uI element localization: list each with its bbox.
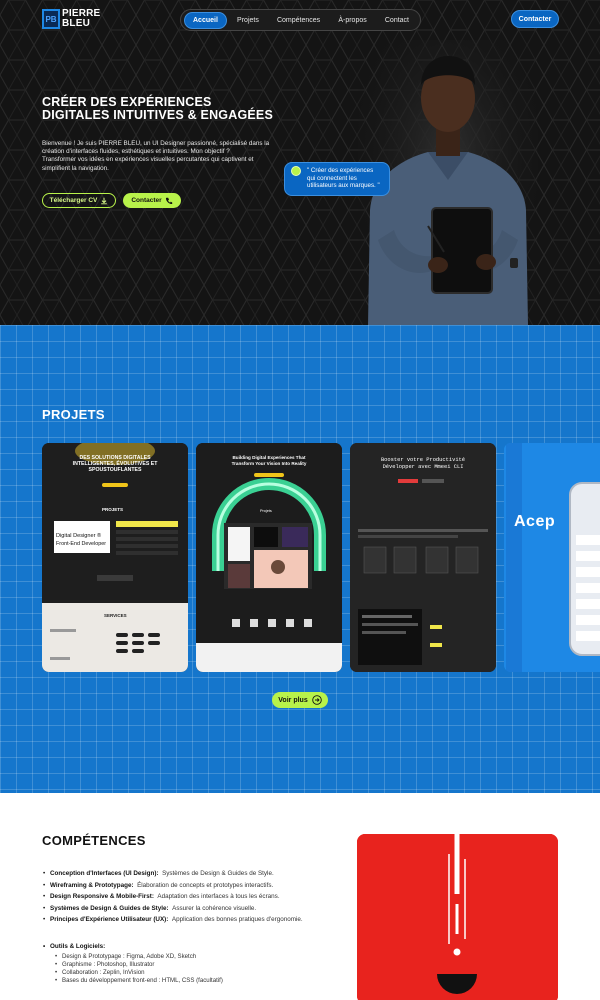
hero-contact-label: Contacter [131,197,162,204]
project-card-3[interactable]: Booster votre Productivité Développer av… [350,443,496,672]
download-cv-label: Télécharger CV [49,197,98,204]
skill-name: Principes d'Expérience Utilisateur (UX): [50,916,169,923]
quote-indicator-dot [291,166,301,176]
hero-section: PB PIERRE BLEU Accueil Projets Compétenc… [0,0,600,325]
skill-list: Conception d'Interfaces (UI Design): Sys… [43,868,350,926]
project-1-preview [42,443,188,672]
see-more-projects-button[interactable]: Voir plus [272,692,328,708]
skill-item: Wireframing & Prototypage: Élaboration d… [43,880,350,892]
tools-list: Design & Prototypage : Figma, Adobe XD, … [55,953,350,985]
project-1-big-text-1: Digital Designer ® [56,533,102,539]
nav-item-competences[interactable]: Compétences [269,13,328,28]
hero-desc-paragraph-1: Bienvenue ! Je suis PIERRE BLEU, un UI D… [42,140,270,156]
skill-desc: Adaptation des interfaces à tous les écr… [157,893,280,900]
project-1-headline: DES SOLUTIONS DIGITALES INTELLIGENTES, É… [72,455,158,473]
main-nav: Accueil Projets Compétences À-propos Con… [180,9,421,31]
skills-section: COMPÉTENCES Conception d'Interfaces (UI … [0,793,600,1000]
brand-logo[interactable]: PB PIERRE BLEU [42,9,100,29]
skill-name: Conception d'Interfaces (UI Design): [50,870,159,877]
project-card-1[interactable]: DES SOLUTIONS DIGITALES INTELLIGENTES, É… [42,443,188,672]
project-4-brand: Acep [514,513,556,530]
project-2-preview [196,443,342,672]
project-1-services-label: SERVICES [104,613,127,618]
tool-item: Bases du développement front-end : HTML,… [55,977,350,985]
skills-illustration [357,834,558,1000]
header-contact-button[interactable]: Contacter [511,10,559,28]
hero-description: Bienvenue ! Je suis PIERRE BLEU, un UI D… [42,140,282,173]
skill-name: Wireframing & Prototypage: [50,881,134,889]
hero-contact-button[interactable]: Contacter [123,193,181,208]
skills-title: COMPÉTENCES [42,833,146,848]
tool-item: Design & Prototypage : Figma, Adobe XD, … [55,953,350,961]
skill-desc: Systèmes de Design & Guides de Style. [162,870,274,877]
skill-item: Conception d'Interfaces (UI Design): Sys… [43,868,350,880]
projects-title: PROJETS [42,407,105,422]
nav-item-a-propos[interactable]: À-propos [330,13,374,28]
nav-item-accueil[interactable]: Accueil [184,11,227,29]
tool-item: Graphisme : Photoshop, Illustrator [55,961,350,969]
see-more-label: Voir plus [278,696,308,704]
project-card-4[interactable]: Acep [504,443,600,672]
phone-icon [165,197,172,204]
project-3-headline-1: Booster votre Productivité [380,457,466,463]
project-3-preview [350,443,496,672]
project-1-section-label: PROJETS [102,507,124,512]
logo-line-2: BLEU [62,18,91,29]
project-3-headline-2: Développer avec Mmeei CLI [382,464,464,470]
tools-block: Outils & Logiciels: Design & Prototypage… [43,942,350,985]
project-card-2[interactable]: Building Digital Experiences That Transf… [196,443,342,672]
skill-desc: Élaboration de concepts et prototypes in… [137,881,274,889]
project-2-section-label: Projets [260,509,272,513]
arrow-right-icon [311,695,322,705]
skill-item: Systèmes de Design & Guides de Style: As… [43,903,350,915]
skill-desc: Application des bonnes pratiques d'ergon… [171,916,303,923]
tools-heading: Outils & Logiciels: [43,942,350,951]
download-icon [101,197,108,204]
hero-desc-paragraph-2: Transformer vos idées en expériences vis… [42,156,254,172]
logo-text: PIERRE BLEU [62,9,100,29]
skill-name: Design Responsive & Mobile-First: [50,893,154,900]
skill-name: Systèmes de Design & Guides de Style: [50,904,169,912]
project-1-big-text-2: Front-End Developer [56,541,107,547]
skill-item: Design Responsive & Mobile-First: Adapta… [43,891,350,903]
tool-item: Collaboration : Zeplin, InVision [55,969,350,977]
hero-title: CRÉER DES EXPÉRIENCES DIGITALES INTUITIV… [42,95,273,122]
skill-item: Principes d'Expérience Utilisateur (UX):… [43,914,350,926]
project-4-preview [504,443,600,672]
nav-item-projets[interactable]: Projets [229,13,267,28]
projects-section: PROJETS DES SOLUTIONS DIGITALES INTELLIG… [0,325,600,793]
nav-item-contact[interactable]: Contact [377,13,417,28]
download-cv-button[interactable]: Télécharger CV [42,193,116,208]
illustration-artwork [357,834,558,1000]
logo-mark: PB [42,9,60,29]
skill-desc: Assurer la cohérence visuelle. [172,904,257,912]
project-2-headline: Building Digital Experiences That Transf… [231,455,307,466]
